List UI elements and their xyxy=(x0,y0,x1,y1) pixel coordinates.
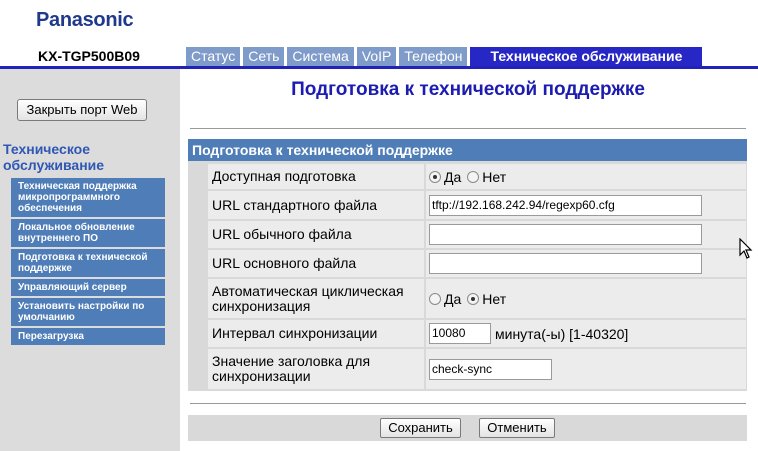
sidebar-menu: Техническая поддержка микропрограммного … xyxy=(11,178,165,347)
tab-network[interactable]: Сеть xyxy=(243,47,285,66)
field-value: Да Нет xyxy=(426,164,746,189)
field-value xyxy=(426,221,746,248)
brand-logo: Panasonic xyxy=(36,9,134,31)
radio-label-no: Нет xyxy=(482,290,507,307)
cyclic-resync-no-radio[interactable] xyxy=(467,292,480,305)
resync-interval-input[interactable]: 10080 xyxy=(429,323,491,344)
standard-file-url-input[interactable]: tftp://192.168.242.94/regexp60.cfg xyxy=(429,194,702,216)
tab-telephone[interactable]: Телефон xyxy=(399,47,468,66)
mouse-cursor-icon xyxy=(739,238,753,259)
page-title: Подготовка к технической поддержке xyxy=(291,79,645,100)
tab-status[interactable]: Статус xyxy=(186,47,241,66)
header-value-input[interactable]: check-sync xyxy=(429,358,552,380)
title-divider xyxy=(190,128,746,129)
field-label: Доступная подготовка xyxy=(208,164,424,189)
field-value: Да Нет xyxy=(426,279,746,318)
field-value xyxy=(426,250,746,277)
product-file-url-input[interactable] xyxy=(429,224,702,245)
model-name: KX-TGP500B09 xyxy=(38,48,140,64)
row-cyclic-resync: Автоматическая циклическая синхронизация… xyxy=(208,279,746,318)
sidebar-item-reset-defaults[interactable]: Установить настройки по умолчанию xyxy=(11,298,165,326)
tab-voip[interactable]: VoIP xyxy=(356,47,397,66)
footer-divider xyxy=(190,403,746,404)
sidebar-item-reboot[interactable]: Перезагрузка xyxy=(11,328,165,345)
cyclic-resync-yes-radio[interactable] xyxy=(429,292,441,305)
row-resync-interval: Интервал синхронизации 10080 минута(-ы) … xyxy=(208,320,746,347)
sidebar-item-local-firmware-update[interactable]: Локальное обновление внутреннего ПО xyxy=(11,219,165,247)
row-provisioning: Доступная подготовка Да Нет xyxy=(208,164,746,189)
field-value: 10080 минута(-ы) [1-40320] xyxy=(426,320,746,347)
save-button[interactable]: Сохранить xyxy=(380,418,461,438)
field-label: URL обычного файла xyxy=(208,221,424,248)
sidebar-section-title: Техническое обслуживание xyxy=(3,141,105,173)
sidebar-item-provisioning[interactable]: Подготовка к технической поддержке xyxy=(11,249,165,277)
close-web-port-button[interactable]: Закрыть порт Web xyxy=(17,99,147,121)
field-value: tftp://192.168.242.94/regexp60.cfg xyxy=(426,191,746,219)
field-label: Значение заголовка для синхронизации xyxy=(208,349,424,389)
tab-maintenance[interactable]: Техническое обслуживание xyxy=(470,47,703,66)
field-value: check-sync xyxy=(426,349,746,389)
row-standard-file-url: URL стандартного файла tftp://192.168.24… xyxy=(208,191,746,219)
field-label: URL основного файла xyxy=(208,250,424,277)
sidebar-item-management-server[interactable]: Управляющий сервер xyxy=(11,279,165,296)
radio-label-no: Нет xyxy=(482,168,507,185)
main-tabs: Статус Сеть Система VoIP Телефон Техниче… xyxy=(186,47,703,66)
tab-system[interactable]: Система xyxy=(287,47,354,66)
field-label: URL стандартного файла xyxy=(208,191,424,219)
provisioning-yes-radio[interactable] xyxy=(429,170,441,183)
field-label: Автоматическая циклическая синхронизация xyxy=(208,279,424,318)
sidebar-item-firmware-maintenance[interactable]: Техническая поддержка микропрограммного … xyxy=(11,178,165,217)
row-master-file-url: URL основного файла xyxy=(208,250,746,277)
panel-title: Подготовка к технической поддержке xyxy=(188,139,747,161)
resync-interval-unit: минута(-ы) [1-40320] xyxy=(495,325,629,342)
row-header-value: Значение заголовка для синхронизации che… xyxy=(208,349,746,389)
row-product-file-url: URL обычного файла xyxy=(208,221,746,248)
field-label: Интервал синхронизации xyxy=(208,320,424,347)
master-file-url-input[interactable] xyxy=(429,253,702,274)
provisioning-no-radio[interactable] xyxy=(467,170,480,183)
footer-bar xyxy=(188,415,747,441)
cancel-button[interactable]: Отменить xyxy=(479,418,555,438)
radio-label-yes: Да xyxy=(444,290,462,307)
radio-label-yes: Да xyxy=(444,168,462,185)
